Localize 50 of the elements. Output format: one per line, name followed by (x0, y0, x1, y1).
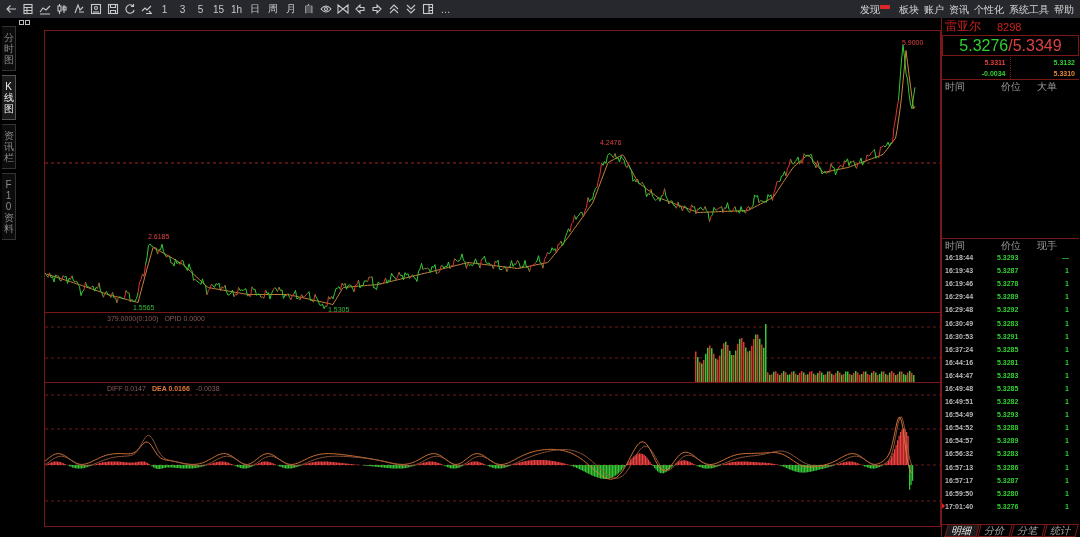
side-tab[interactable]: 分时图 (2, 26, 16, 71)
draw-line-icon[interactable] (141, 3, 153, 15)
zoom-out-icon[interactable] (405, 3, 417, 15)
column-header: 时间 (945, 80, 966, 94)
bid-price: 5.3276 (959, 36, 1009, 55)
eye-icon[interactable] (320, 3, 332, 15)
instrument-name: 雷亚尔 (945, 18, 981, 35)
menu-item[interactable]: 板块 (899, 2, 919, 16)
right-arrow-icon[interactable] (371, 3, 383, 15)
menu-item[interactable]: 发现 (860, 2, 880, 16)
picture-icon[interactable] (90, 3, 102, 15)
price-separator: / (1008, 36, 1013, 55)
more-button[interactable]: … (438, 1, 453, 17)
candlestick-icon[interactable] (56, 3, 68, 15)
back-arrow-icon[interactable] (5, 3, 17, 15)
column-header: 价位 (1000, 239, 1022, 253)
refresh-icon[interactable] (124, 3, 136, 15)
instrument-code: 8298 (997, 20, 1022, 33)
zoom-in-icon[interactable] (388, 3, 400, 15)
bowtie-icon[interactable] (337, 3, 349, 15)
menu-item[interactable]: 资讯 (949, 2, 969, 16)
period-button[interactable]: 1 (157, 1, 172, 17)
period-button[interactable]: 日 (247, 1, 262, 17)
menu-item[interactable]: 账户 (924, 2, 944, 16)
period-button[interactable]: 自 (301, 1, 316, 17)
period-button[interactable]: 周 (265, 1, 280, 17)
period-button[interactable]: 月 (283, 1, 298, 17)
period-button[interactable]: 15 (211, 1, 226, 17)
period-button[interactable]: 1h (229, 1, 244, 17)
ask-price: 5.3349 (1012, 36, 1062, 55)
layout-icon[interactable] (422, 3, 434, 15)
column-header: 现手 (1037, 239, 1058, 253)
menu-item[interactable]: 个性化 (974, 2, 1004, 16)
menu-item[interactable]: 系统工具 (1009, 2, 1049, 16)
menu-item[interactable]: 帮助 (1054, 2, 1074, 16)
line-chart-icon[interactable] (39, 3, 51, 15)
side-tab[interactable]: K线图 (2, 75, 16, 120)
column-header: 大单 (1037, 80, 1058, 94)
detail-tab[interactable]: 明细 (944, 525, 980, 537)
save-icon[interactable] (107, 3, 119, 15)
period-button[interactable]: 3 (175, 1, 190, 17)
table-icon[interactable] (22, 3, 34, 15)
indicator-icon[interactable] (73, 3, 85, 15)
side-tab[interactable]: F10资料 (2, 173, 16, 240)
period-button[interactable]: 5 (193, 1, 208, 17)
left-arrow-icon[interactable] (354, 3, 366, 15)
column-header: 价位 (1000, 80, 1022, 94)
side-tab[interactable]: 资讯栏 (2, 124, 16, 169)
column-header: 时间 (945, 239, 966, 253)
link-icon[interactable] (19, 20, 30, 25)
